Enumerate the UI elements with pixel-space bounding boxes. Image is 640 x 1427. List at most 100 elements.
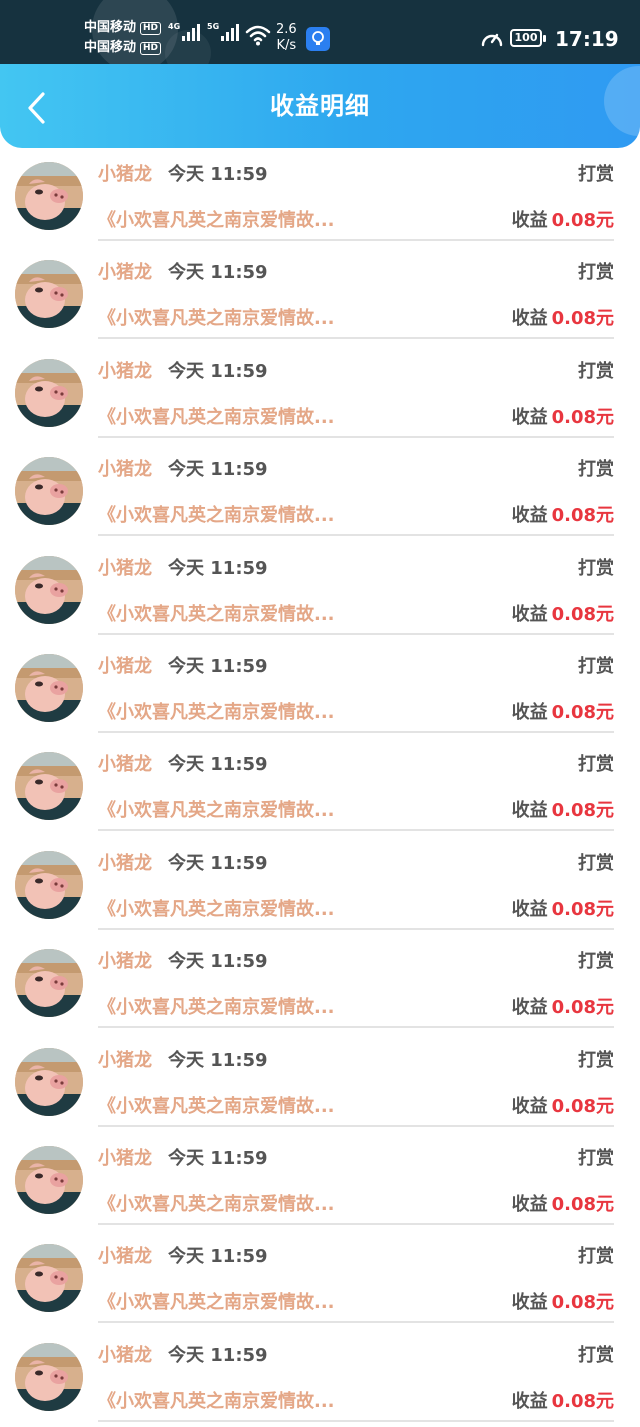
username[interactable]: 小猪龙	[98, 1246, 152, 1267]
avatar[interactable]	[15, 457, 83, 526]
list-item-detail: 《小欢喜凡英之南京爱情故... 收益 0.08元	[98, 503, 614, 529]
timestamp: 今天 11:59	[168, 262, 268, 284]
work-title-link[interactable]: 《小欢喜凡英之南京爱情故...	[98, 1391, 335, 1412]
list-item[interactable]: 小猪龙 今天 11:59 打赏 《小欢喜凡英之南京爱情故... 收益 0.08元	[0, 640, 640, 738]
username[interactable]: 小猪龙	[98, 1345, 152, 1366]
work-title-link[interactable]: 《小欢喜凡英之南京爱情故...	[98, 210, 335, 231]
list-item-content: 小猪龙 今天 11:59 打赏 《小欢喜凡英之南京爱情故... 收益 0.08元	[98, 1230, 614, 1324]
earnings-amount: 0.08元	[551, 210, 614, 231]
avatar[interactable]	[15, 1342, 83, 1411]
timestamp: 今天 11:59	[168, 1147, 268, 1169]
hd-badge: HD	[140, 41, 162, 55]
earnings: 收益 0.08元	[512, 798, 614, 824]
earnings: 收益 0.08元	[512, 897, 614, 923]
work-title-link[interactable]: 《小欢喜凡英之南京爱情故...	[98, 800, 335, 821]
avatar[interactable]	[15, 1047, 83, 1116]
list-item-detail: 《小欢喜凡英之南京爱情故... 收益 0.08元	[98, 1192, 614, 1218]
list-item[interactable]: 小猪龙 今天 11:59 打赏 《小欢喜凡英之南京爱情故... 收益 0.08元	[0, 1034, 640, 1132]
work-title-link[interactable]: 《小欢喜凡英之南京爱情故...	[98, 308, 335, 329]
signal-5g: 5G	[207, 22, 240, 41]
carrier-2: 中国移动	[84, 40, 137, 55]
network-speed: 2.6 K/s	[276, 22, 297, 54]
username[interactable]: 小猪龙	[98, 1148, 152, 1169]
list-item-content: 小猪龙 今天 11:59 打赏 《小欢喜凡英之南京爱情故... 收益 0.08元	[98, 542, 614, 635]
list-item[interactable]: 小猪龙 今天 11:59 打赏 《小欢喜凡英之南京爱情故... 收益 0.08元	[0, 1132, 640, 1230]
list-item-content: 小猪龙 今天 11:59 打赏 《小欢喜凡英之南京爱情故... 收益 0.08元	[98, 1034, 614, 1127]
earnings-amount: 0.08元	[551, 1095, 614, 1117]
username[interactable]: 小猪龙	[98, 164, 152, 185]
work-title-link[interactable]: 《小欢喜凡英之南京爱情故...	[98, 997, 335, 1018]
work-title-link[interactable]: 《小欢喜凡英之南京爱情故...	[98, 1096, 335, 1117]
earnings: 收益 0.08元	[512, 602, 614, 628]
status-bar: 中国移动 HD 中国移动 HD 4G 5G 2.6 K/s 100 17:19	[0, 0, 640, 64]
avatar[interactable]	[15, 260, 83, 329]
list-item[interactable]: 小猪龙 今天 11:59 打赏 《小欢喜凡英之南京爱情故... 收益 0.08元	[0, 738, 640, 836]
username[interactable]: 小猪龙	[98, 1050, 152, 1071]
earnings-label: 收益	[511, 603, 548, 625]
avatar[interactable]	[15, 850, 83, 919]
list-item-content: 小猪龙 今天 11:59 打赏 《小欢喜凡英之南京爱情故... 收益 0.08元	[98, 640, 614, 733]
earnings-amount: 0.08元	[551, 1390, 614, 1412]
avatar[interactable]	[15, 752, 83, 821]
list-item-content: 小猪龙 今天 11:59 打赏 《小欢喜凡英之南京爱情故... 收益 0.08元	[98, 837, 614, 930]
earnings-amount: 0.08元	[551, 800, 614, 822]
avatar[interactable]	[15, 653, 83, 722]
earnings-label: 收益	[511, 406, 548, 428]
battery-icon: 100	[510, 29, 546, 47]
earnings: 收益 0.08元	[512, 1094, 614, 1120]
work-title-link[interactable]: 《小欢喜凡英之南京爱情故...	[98, 505, 335, 526]
avatar[interactable]	[15, 1244, 83, 1313]
username[interactable]: 小猪龙	[98, 656, 152, 677]
list-item-detail: 《小欢喜凡英之南京爱情故... 收益 0.08元	[98, 1290, 614, 1316]
earnings-label: 收益	[511, 997, 548, 1019]
work-title-link[interactable]: 《小欢喜凡英之南京爱情故...	[98, 1292, 335, 1313]
work-title-link[interactable]: 《小欢喜凡英之南京爱情故...	[98, 604, 335, 625]
list-item-detail: 《小欢喜凡英之南京爱情故... 收益 0.08元	[98, 306, 614, 332]
avatar[interactable]	[15, 1145, 83, 1214]
avatar[interactable]	[15, 949, 83, 1018]
list-item[interactable]: 小猪龙 今天 11:59 打赏 《小欢喜凡英之南京爱情故... 收益 0.08元	[0, 1230, 640, 1328]
avatar[interactable]	[15, 358, 83, 427]
avatar[interactable]	[15, 162, 83, 230]
list-item[interactable]: 小猪龙 今天 11:59 打赏 《小欢喜凡英之南京爱情故... 收益 0.08元	[0, 443, 640, 541]
username[interactable]: 小猪龙	[98, 558, 152, 579]
list-item[interactable]: 小猪龙 今天 11:59 打赏 《小欢喜凡英之南京爱情故... 收益 0.08元	[0, 935, 640, 1033]
earnings-amount: 0.08元	[551, 406, 614, 428]
username[interactable]: 小猪龙	[98, 361, 152, 382]
list-item[interactable]: 小猪龙 今天 11:59 打赏 《小欢喜凡英之南京爱情故... 收益 0.08元	[0, 148, 640, 246]
earnings-amount: 0.08元	[551, 505, 614, 527]
network-type-4g: 4G	[168, 22, 181, 31]
username[interactable]: 小猪龙	[98, 853, 152, 874]
earnings-amount: 0.08元	[551, 308, 614, 330]
list-item[interactable]: 小猪龙 今天 11:59 打赏 《小欢喜凡英之南京爱情故... 收益 0.08元	[0, 837, 640, 935]
username[interactable]: 小猪龙	[98, 262, 152, 283]
hd-badge: HD	[140, 21, 162, 35]
earnings-label: 收益	[511, 1095, 548, 1117]
list-item[interactable]: 小猪龙 今天 11:59 打赏 《小欢喜凡英之南京爱情故... 收益 0.08元	[0, 246, 640, 344]
work-title-link[interactable]: 《小欢喜凡英之南京爱情故...	[98, 1194, 335, 1215]
username[interactable]: 小猪龙	[98, 459, 152, 480]
list-item[interactable]: 小猪龙 今天 11:59 打赏 《小欢喜凡英之南京爱情故... 收益 0.08元	[0, 542, 640, 640]
income-type: 打赏	[578, 1147, 614, 1169]
timestamp: 今天 11:59	[168, 1344, 268, 1366]
signal-bars-icon	[221, 24, 240, 41]
list-item-content: 小猪龙 今天 11:59 打赏 《小欢喜凡英之南京爱情故... 收益 0.08元	[98, 246, 614, 340]
income-type: 打赏	[578, 360, 614, 382]
username[interactable]: 小猪龙	[98, 754, 152, 775]
income-type: 打赏	[578, 1049, 614, 1071]
list-item[interactable]: 小猪龙 今天 11:59 打赏 《小欢喜凡英之南京爱情故... 收益 0.08元	[0, 1329, 640, 1427]
list-item-meta: 小猪龙 今天 11:59 打赏	[98, 260, 614, 286]
username[interactable]: 小猪龙	[98, 951, 152, 972]
work-title-link[interactable]: 《小欢喜凡英之南京爱情故...	[98, 702, 335, 723]
work-title-link[interactable]: 《小欢喜凡英之南京爱情故...	[98, 407, 335, 428]
signal-bars-icon	[182, 24, 201, 41]
list-item-detail: 《小欢喜凡英之南京爱情故... 收益 0.08元	[98, 1094, 614, 1120]
work-title-link[interactable]: 《小欢喜凡英之南京爱情故...	[98, 899, 335, 920]
earnings-label: 收益	[511, 210, 548, 231]
timestamp: 今天 11:59	[168, 360, 268, 382]
avatar[interactable]	[15, 555, 83, 624]
speed-value: 2.6	[276, 22, 297, 37]
list-item-content: 小猪龙 今天 11:59 打赏 《小欢喜凡英之南京爱情故... 收益 0.08元	[98, 1329, 614, 1422]
income-type: 打赏	[578, 852, 614, 874]
list-item[interactable]: 小猪龙 今天 11:59 打赏 《小欢喜凡英之南京爱情故... 收益 0.08元	[0, 345, 640, 443]
